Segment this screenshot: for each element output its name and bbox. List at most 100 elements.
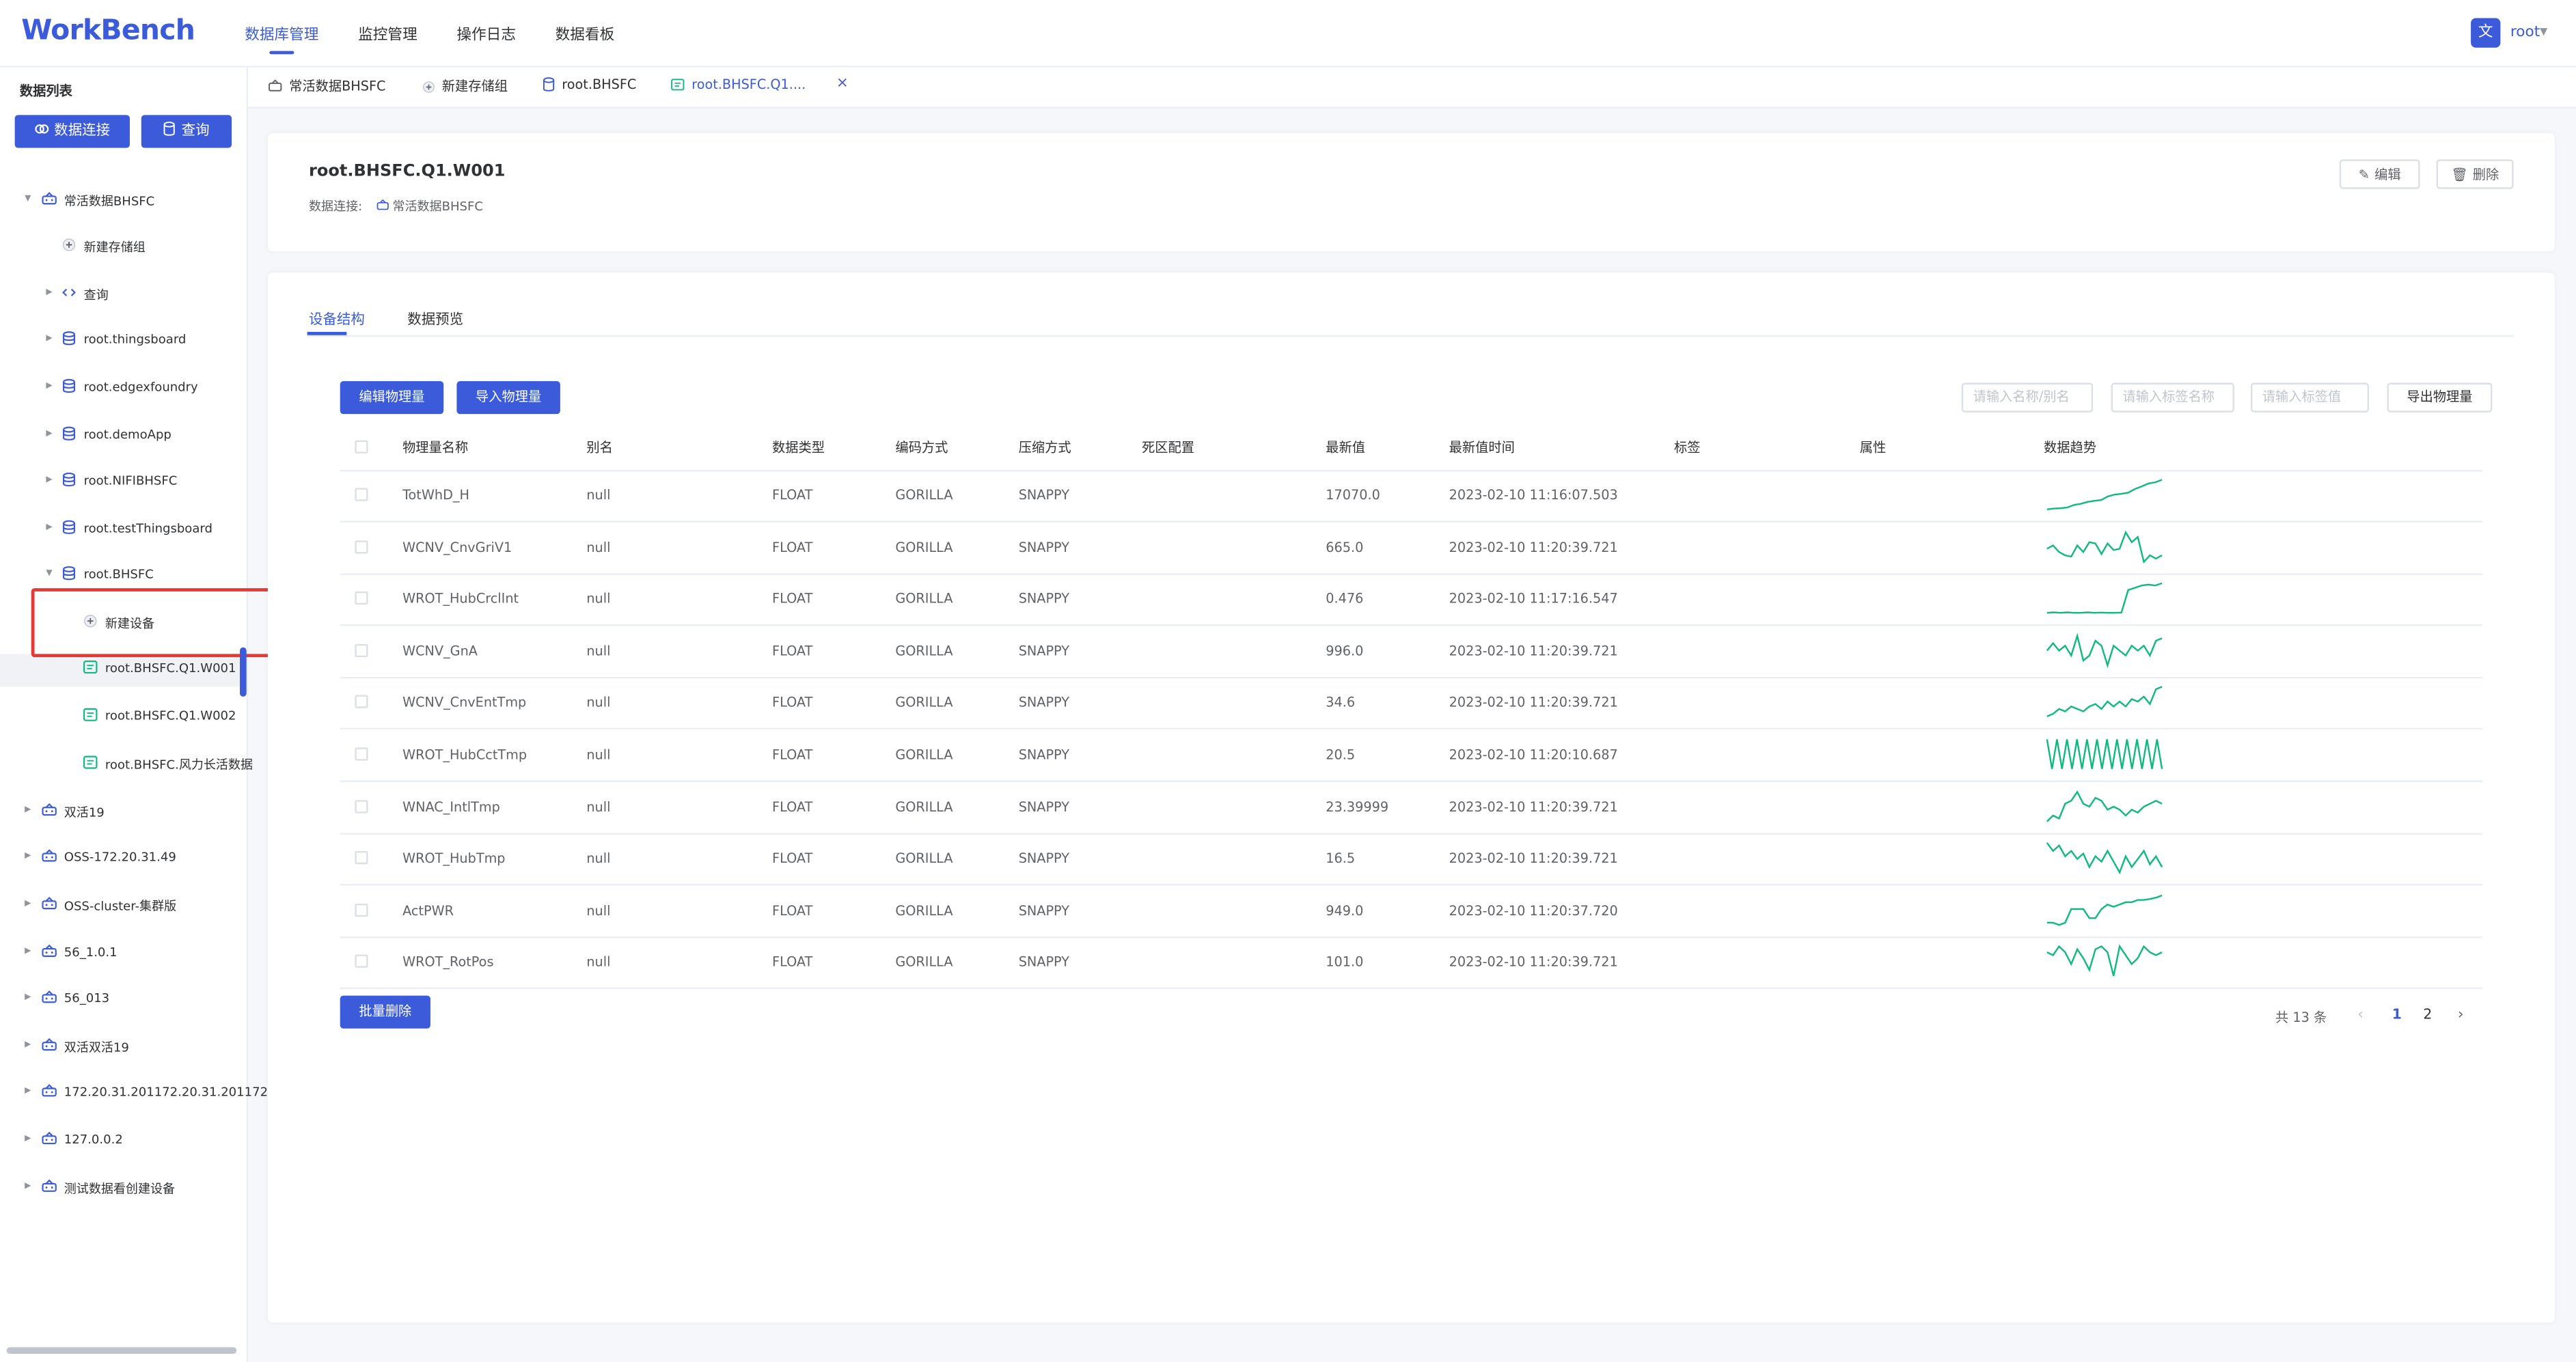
column-header[interactable]: 数据类型 [772,439,825,456]
tab-new-storage-group[interactable]: 新建存储组 [422,77,508,95]
column-header[interactable]: 属性 [1860,439,1886,456]
tree-item[interactable]: ▶ 56_1.0.1 [0,938,247,971]
column-header[interactable]: 物理量名称 [402,439,468,456]
table-row[interactable]: WROT_HubCctTmp null FLOAT GORILLA SNAPPY 20.5… [340,729,2482,782]
chevron-right-icon[interactable]: ▶ [46,333,52,343]
page-2[interactable]: 2 [2423,1007,2432,1023]
tree-item[interactable]: ▼ 常活数据BHSFC [0,186,247,219]
tree-item[interactable]: root.BHSFC.风力长活数据 [0,749,253,782]
table-row[interactable]: WROT_RotPos null FLOAT GORILLA SNAPPY 101.0 20… [340,937,2482,990]
row-checkbox[interactable] [355,643,368,657]
chevron-right-icon[interactable]: ▶ [25,1134,31,1143]
column-header[interactable]: 编码方式 [895,439,948,456]
column-header[interactable]: 死区配置 [1142,439,1194,456]
column-header[interactable]: 别名 [586,439,612,456]
delete-button[interactable]: 🗑 删除 [2436,159,2514,189]
row-checkbox[interactable] [355,955,368,969]
chevron-left-icon[interactable]: ‹ [2357,1007,2363,1023]
tree-item[interactable]: ▶ root.demoApp [0,421,247,454]
table-row[interactable]: WROT_HubTmp null FLOAT GORILLA SNAPPY 16.5 202… [340,833,2482,886]
table-row[interactable]: WCNV_CnvGriV1 null FLOAT GORILLA SNAPPY 665.0… [340,522,2482,574]
chevron-right-icon[interactable]: ▶ [25,946,31,956]
chevron-right-icon[interactable]: ▶ [25,1040,31,1050]
tree-item[interactable]: ▶ 127.0.0.2 [0,1126,247,1158]
bulk-delete-button[interactable]: 批量删除 [340,995,430,1029]
column-header[interactable]: 最新值时间 [1449,439,1515,456]
tree-item[interactable]: ▶ 172.20.31.201172.20.31.201172. [0,1078,272,1111]
connection-value[interactable]: 常活数据BHSFC [376,199,483,214]
data-connection-button[interactable]: 数据连接 [14,115,130,148]
tree-item[interactable]: root.BHSFC.Q1.W001 [0,654,247,687]
tree-item[interactable]: ▶ OSS-172.20.31.49 [0,843,247,876]
table-row[interactable]: TotWhD_H null FLOAT GORILLA SNAPPY 17070.0 202… [340,470,2482,523]
chevron-right-icon[interactable]: ▶ [25,1086,31,1096]
table-row[interactable]: WCNV_CnvEntTmp null FLOAT GORILLA SNAPPY 34.6… [340,678,2482,730]
chevron-right-icon[interactable]: ▶ [25,851,31,861]
chevron-right-icon[interactable]: ▶ [25,1181,31,1191]
chevron-right-icon[interactable]: ▶ [46,475,52,484]
chevron-right-icon[interactable]: ▶ [46,429,52,439]
row-checkbox[interactable] [355,747,368,761]
tab-device-active[interactable]: root.BHSFC.Q1.... [670,77,806,92]
nav-monitoring[interactable]: 监控管理 [358,23,417,44]
chevron-down-icon[interactable]: ▼ [25,194,31,204]
name-filter-input[interactable]: 请输入名称/别名 [1961,383,2094,413]
chevron-right-icon[interactable]: ▶ [25,899,31,908]
table-row[interactable]: ActPWR null FLOAT GORILLA SNAPPY 949.0 2023-02… [340,885,2482,938]
column-header[interactable]: 数据趋势 [2044,439,2096,456]
row-checkbox[interactable] [355,851,368,865]
tree-item[interactable]: ▶ 双活19 [0,797,247,830]
chevron-right-icon[interactable]: ▶ [46,288,52,297]
tag-value-filter-input[interactable]: 请输入标签值 [2250,383,2370,413]
row-checkbox[interactable] [355,540,368,553]
row-checkbox[interactable] [355,799,368,813]
tree-item[interactable]: ▶ 测试数据看创建设备 [0,1173,247,1206]
edit-measurements-button[interactable]: 编辑物理量 [340,381,444,415]
table-row[interactable]: WROT_HubCrclInt null FLOAT GORILLA SNAPPY 0.4… [340,574,2482,626]
sidebar-scrollbar[interactable] [6,1347,237,1354]
row-checkbox[interactable] [355,695,368,709]
tree-item[interactable]: ▶ 56_013 [0,984,247,1017]
column-header[interactable]: 标签 [1674,439,1700,456]
tag-name-filter-input[interactable]: 请输入标签名称 [2111,383,2234,413]
tab-device-structure[interactable]: 设备结构 [309,309,365,329]
tree-item[interactable]: ▶ 查询 [0,279,247,312]
row-checkbox[interactable] [355,903,368,917]
language-icon[interactable]: 文 [2471,18,2501,48]
close-icon[interactable]: × [836,76,849,92]
chevron-right-icon[interactable]: › [2458,1007,2464,1023]
page-1[interactable]: 1 [2392,1007,2402,1023]
row-checkbox[interactable] [355,592,368,605]
tree-item[interactable]: 新建存储组 [0,232,247,264]
edit-button[interactable]: ✎ 编辑 [2339,159,2420,189]
tree-item[interactable]: ▶ root.NIFIBHSFC [0,467,247,499]
tab-root-bhsfc[interactable]: root.BHSFC [542,77,636,92]
column-header[interactable]: 最新值 [1326,439,1365,456]
select-all-checkbox[interactable] [355,440,368,454]
user-menu[interactable]: root [2510,25,2540,41]
chevron-right-icon[interactable]: ▶ [25,992,31,1002]
export-measurements-button[interactable]: 导出物理量 [2387,383,2493,413]
tree-item[interactable]: ▶ 双活双活19 [0,1032,247,1065]
chevron-down-icon[interactable]: ▼ [46,568,52,578]
chevron-right-icon[interactable]: ▶ [46,381,52,391]
row-checkbox[interactable] [355,488,368,501]
import-measurements-button[interactable]: 导入物理量 [456,381,560,415]
table-row[interactable]: WNAC_IntlTmp null FLOAT GORILLA SNAPPY 23.399… [340,781,2482,834]
chevron-right-icon[interactable]: ▶ [46,523,52,532]
tab-connection[interactable]: 常活数据BHSFC [268,77,385,95]
chevron-down-icon[interactable]: ▼ [2540,26,2547,38]
nav-database-management[interactable]: 数据库管理 [245,23,318,44]
chevron-right-icon[interactable]: ▶ [25,805,31,815]
tree-item[interactable]: ▶ OSS-cluster-集群版 [0,891,247,923]
tab-data-preview[interactable]: 数据预览 [407,309,463,329]
nav-operation-log[interactable]: 操作日志 [456,23,516,44]
tree-item[interactable]: ▶ root.testThingsboard [0,514,247,547]
query-button[interactable]: 查询 [141,115,232,148]
tree-item[interactable]: ▶ root.edgexfoundry [0,373,247,406]
table-row[interactable]: WCNV_GnA null FLOAT GORILLA SNAPPY 996.0 2023-… [340,626,2482,678]
nav-dashboard[interactable]: 数据看板 [556,23,615,44]
tree-item[interactable]: root.BHSFC.Q1.W002 [0,701,247,734]
column-header[interactable]: 压缩方式 [1019,439,1071,456]
tree-item[interactable]: ▶ root.thingsboard [0,325,247,358]
